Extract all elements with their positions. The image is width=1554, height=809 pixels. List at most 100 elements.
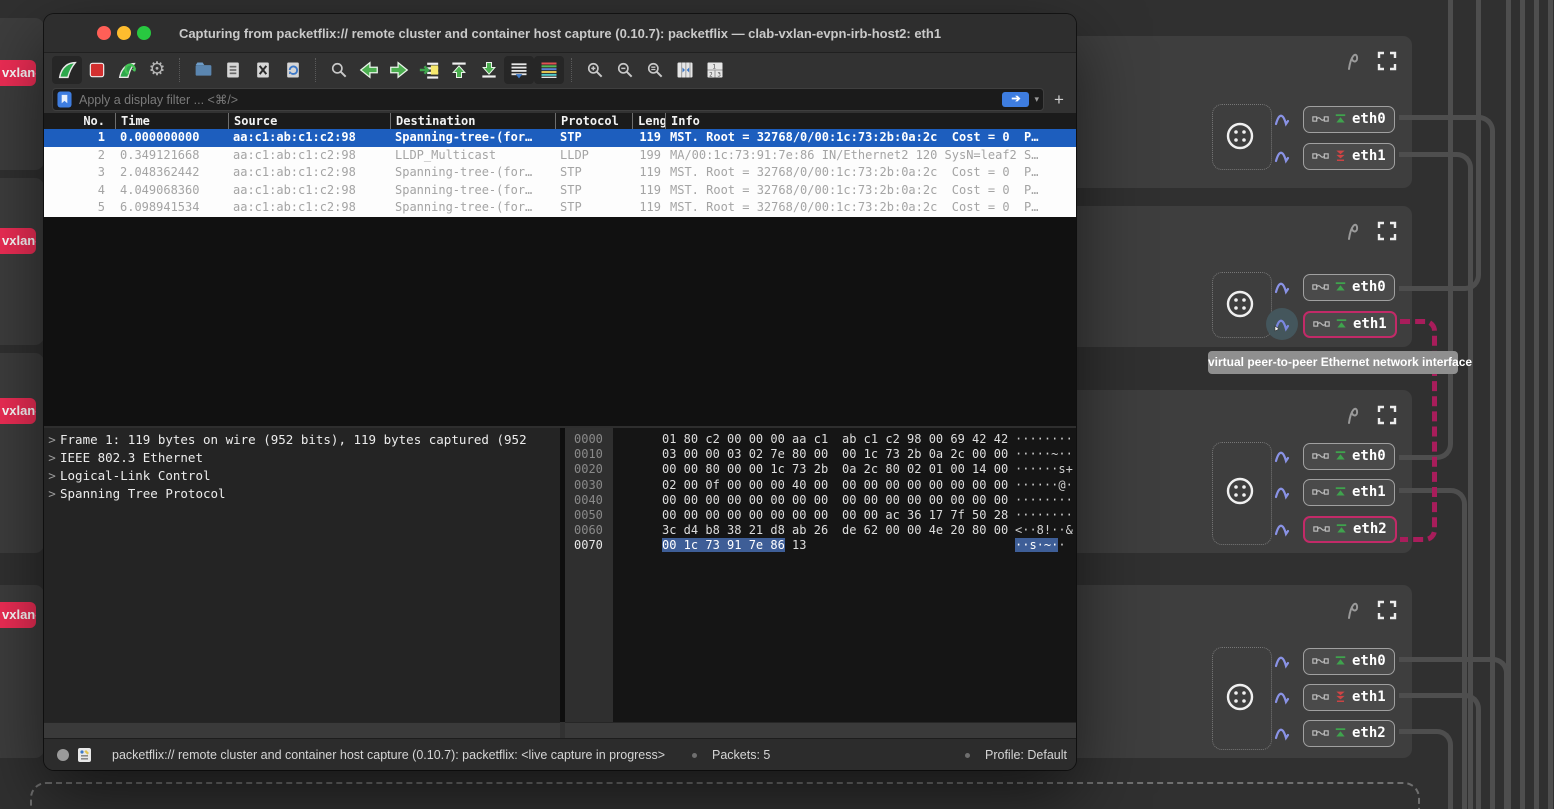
traffic-wave-icon[interactable]: [1274, 148, 1294, 164]
expand-icon[interactable]: [1376, 220, 1398, 242]
go-forward-icon[interactable]: [384, 56, 414, 84]
packet-list-header[interactable]: No. Time Source Destination Protocol Len…: [44, 113, 1076, 129]
column-header-info[interactable]: Info: [665, 113, 1076, 129]
veth-cable-icon: [1312, 726, 1329, 740]
expand-chevron[interactable]: >: [44, 467, 60, 485]
go-first-packet-icon[interactable]: [444, 56, 474, 84]
expand-chevron[interactable]: >: [44, 449, 60, 467]
apply-filter-button[interactable]: ➔: [1002, 92, 1029, 107]
filter-dropdown-caret[interactable]: ▾: [1034, 94, 1039, 105]
display-filter-input[interactable]: [77, 92, 997, 108]
auto-scroll-icon[interactable]: [504, 56, 534, 84]
traffic-wave-icon[interactable]: [1274, 725, 1294, 741]
go-back-icon[interactable]: [354, 56, 384, 84]
close-file-icon[interactable]: [248, 56, 278, 84]
interface-button-eth0[interactable]: eth0: [1303, 106, 1395, 133]
traffic-wave-icon[interactable]: [1274, 484, 1294, 500]
expand-icon[interactable]: [1376, 50, 1398, 72]
start-capture-fin-icon[interactable]: [52, 56, 82, 84]
zoom-window-button[interactable]: [137, 26, 151, 40]
save-file-icon[interactable]: [218, 56, 248, 84]
details-hscrollbar[interactable]: [44, 722, 560, 739]
node-icon[interactable]: [1224, 288, 1256, 320]
column-header-time[interactable]: Time: [115, 113, 228, 129]
traffic-wave-icon[interactable]: [1274, 111, 1294, 127]
hex-row[interactable]: 004000 00 00 00 00 00 00 0000 00 00 00 0…: [565, 493, 1076, 508]
interface-button-eth0[interactable]: eth0: [1303, 274, 1395, 301]
stop-capture-icon[interactable]: [82, 56, 112, 84]
close-window-button[interactable]: [97, 26, 111, 40]
resize-columns-icon[interactable]: [670, 56, 700, 84]
minimize-window-button[interactable]: [117, 26, 131, 40]
find-packet-icon[interactable]: [324, 56, 354, 84]
capture-icon[interactable]: [1342, 50, 1364, 72]
column-header-protocol[interactable]: Protocol: [555, 113, 632, 129]
hex-row[interactable]: 000001 80 c2 00 00 00 aa c1ab c1 c2 98 0…: [565, 432, 1076, 447]
hex-dump-pane[interactable]: 000001 80 c2 00 00 00 aa c1ab c1 c2 98 0…: [565, 428, 1076, 722]
detail-row-frame[interactable]: >Frame 1: 119 bytes on wire (952 bits), …: [44, 431, 560, 449]
traffic-wave-icon[interactable]: [1274, 653, 1294, 669]
packet-row[interactable]: 20.349121668aa:c1:ab:c1:c2:98LLDP_Multic…: [44, 147, 1076, 165]
window-titlebar[interactable]: Capturing from packetflix:// remote clus…: [44, 14, 1076, 53]
capture-icon[interactable]: [1342, 220, 1364, 242]
capture-icon[interactable]: [1342, 404, 1364, 426]
zoom-out-icon[interactable]: [610, 56, 640, 84]
interface-button-eth1[interactable]: eth1: [1303, 143, 1395, 170]
expand-icon[interactable]: [1376, 599, 1398, 621]
interface-button-eth1-selected[interactable]: eth1: [1303, 311, 1397, 338]
traffic-wave-icon[interactable]: [1274, 316, 1294, 332]
capture-options-gear-icon[interactable]: ⚙: [142, 56, 172, 84]
node-icon[interactable]: [1224, 475, 1256, 507]
hex-row[interactable]: 003002 00 0f 00 00 00 40 0000 00 00 00 0…: [565, 478, 1076, 493]
open-file-folder-icon[interactable]: [188, 56, 218, 84]
detail-row-ethernet[interactable]: >IEEE 802.3 Ethernet: [44, 449, 560, 467]
interface-button-eth2-selected[interactable]: eth2: [1303, 516, 1397, 543]
packet-row[interactable]: 32.048362442aa:c1:ab:c1:c2:98Spanning-tr…: [44, 164, 1076, 182]
packet-row[interactable]: 56.098941534aa:c1:ab:c1:c2:98Spanning-tr…: [44, 199, 1076, 217]
column-header-length[interactable]: Length: [632, 113, 665, 129]
node-icon[interactable]: [1224, 120, 1256, 152]
colorize-icon[interactable]: [534, 56, 564, 84]
interface-button-eth2[interactable]: eth2: [1303, 720, 1395, 747]
zoom-in-icon[interactable]: [580, 56, 610, 84]
interface-button-eth1[interactable]: eth1: [1303, 479, 1395, 506]
detail-row-llc[interactable]: >Logical-Link Control: [44, 467, 560, 485]
expert-info-icon[interactable]: [77, 747, 92, 763]
capture-icon[interactable]: [1342, 599, 1364, 621]
go-to-packet-icon[interactable]: [414, 56, 444, 84]
column-header-destination[interactable]: Destination: [390, 113, 555, 129]
packet-row-selected[interactable]: 10.000000000aa:c1:ab:c1:c2:98Spanning-tr…: [44, 129, 1076, 147]
interface-button-eth1[interactable]: eth1: [1303, 684, 1395, 711]
zoom-100-icon[interactable]: [640, 56, 670, 84]
node-icon[interactable]: [1224, 681, 1256, 713]
traffic-wave-icon[interactable]: [1274, 521, 1294, 537]
hex-row[interactable]: 00603c d4 b8 38 21 d8 ab 26de 62 00 00 4…: [565, 523, 1076, 538]
reload-file-icon[interactable]: [278, 56, 308, 84]
profile-status[interactable]: Profile: Default: [985, 739, 1067, 770]
cell-info: MST. Root = 32768/0/00:1c:73:2b:0a:2c Co…: [665, 182, 1076, 200]
packet-row[interactable]: 44.049068360aa:c1:ab:c1:c2:98Spanning-tr…: [44, 182, 1076, 200]
hex-row-selected[interactable]: 007000 1c 73 91 7e 86 13··s·~··: [565, 538, 1076, 553]
traffic-wave-icon[interactable]: [1274, 689, 1294, 705]
interface-button-eth0[interactable]: eth0: [1303, 648, 1395, 675]
filter-bookmark-icon[interactable]: [57, 91, 72, 108]
detail-row-stp[interactable]: >Spanning Tree Protocol: [44, 485, 560, 503]
hex-row[interactable]: 001003 00 00 03 02 7e 80 0000 1c 73 2b 0…: [565, 447, 1076, 462]
capture-status-icon[interactable]: [56, 748, 70, 762]
column-header-no[interactable]: No.: [44, 113, 115, 129]
expand-chevron[interactable]: >: [44, 485, 60, 503]
go-last-packet-icon[interactable]: [474, 56, 504, 84]
layout-chooser-icon[interactable]: 123: [700, 56, 730, 84]
traffic-wave-icon[interactable]: [1274, 279, 1294, 295]
interface-button-eth0[interactable]: eth0: [1303, 443, 1395, 470]
hex-hscrollbar[interactable]: [565, 722, 1076, 739]
hex-row[interactable]: 002000 00 80 00 00 1c 73 2b0a 2c 80 02 0…: [565, 462, 1076, 477]
restart-capture-fin-icon[interactable]: [112, 56, 142, 84]
display-filter-field[interactable]: ➔ ▾: [52, 88, 1044, 111]
add-filter-button[interactable]: +: [1050, 90, 1068, 110]
expand-chevron[interactable]: >: [44, 431, 60, 449]
hex-row[interactable]: 005000 00 00 00 00 00 00 0000 00 ac 36 1…: [565, 508, 1076, 523]
traffic-wave-icon[interactable]: [1274, 448, 1294, 464]
column-header-source[interactable]: Source: [228, 113, 390, 129]
expand-icon[interactable]: [1376, 404, 1398, 426]
